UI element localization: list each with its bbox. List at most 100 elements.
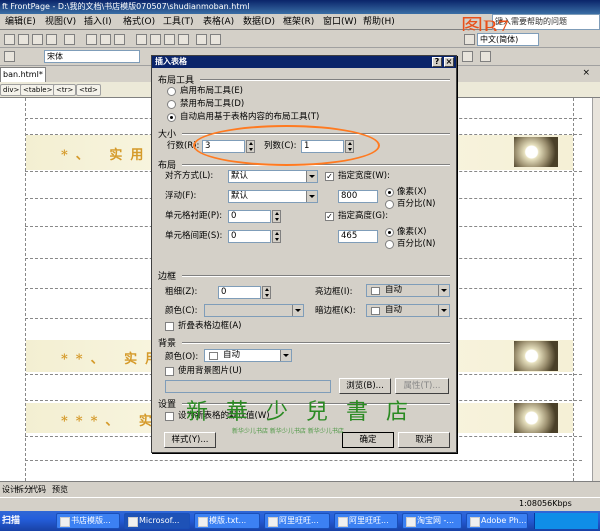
chevron-down-icon[interactable] bbox=[280, 350, 291, 361]
enable-layout-radio[interactable] bbox=[167, 87, 176, 96]
use-bg-image-checkbox[interactable] bbox=[165, 367, 174, 376]
chevron-down-icon[interactable] bbox=[306, 191, 317, 202]
collapse-border-checkbox[interactable] bbox=[165, 322, 174, 331]
redo-icon[interactable] bbox=[210, 34, 221, 45]
open-icon[interactable] bbox=[18, 34, 29, 45]
dark-border-select[interactable]: 自动 bbox=[366, 304, 450, 317]
disable-layout-label: 禁用布局工具(D) bbox=[180, 99, 245, 109]
undo-icon[interactable] bbox=[196, 34, 207, 45]
menu-window[interactable]: 窗口(W) bbox=[323, 15, 357, 29]
border-size-input[interactable]: 0 bbox=[218, 286, 261, 299]
height-pixels-radio[interactable] bbox=[385, 228, 394, 237]
light-border-label: 亮边框(I): bbox=[315, 287, 353, 297]
format-painter-icon[interactable] bbox=[178, 34, 189, 45]
cut-icon[interactable] bbox=[136, 34, 147, 45]
spelling-icon[interactable] bbox=[114, 34, 125, 45]
properties-button[interactable]: 属性(T)... bbox=[395, 378, 449, 394]
preview-icon[interactable] bbox=[100, 34, 111, 45]
cell-spacing-label: 单元格间距(S): bbox=[165, 231, 223, 241]
tag-td[interactable]: <td> bbox=[76, 84, 101, 96]
cell-spacing-input[interactable]: 0 bbox=[228, 230, 271, 243]
bg-image-path-input[interactable] bbox=[165, 380, 331, 393]
new-page-icon[interactable] bbox=[4, 34, 15, 45]
task-item[interactable]: 阿里旺旺... bbox=[334, 513, 398, 529]
disable-layout-radio[interactable] bbox=[167, 100, 176, 109]
menu-edit[interactable]: 编辑(E) bbox=[5, 15, 36, 29]
height-input[interactable]: 465 bbox=[338, 230, 378, 243]
publish-icon[interactable] bbox=[46, 34, 57, 45]
float-select[interactable]: 默认 bbox=[228, 190, 318, 203]
chevron-down-icon[interactable] bbox=[438, 285, 449, 296]
specify-width-checkbox[interactable]: ✓ bbox=[325, 172, 334, 181]
menu-tools[interactable]: 工具(T) bbox=[163, 15, 194, 29]
style-button[interactable]: 样式(Y)... bbox=[164, 432, 216, 448]
copy-icon[interactable] bbox=[150, 34, 161, 45]
standard-toolbar: 中文(简体) bbox=[0, 31, 600, 48]
flower-image bbox=[514, 403, 558, 433]
task-item[interactable]: 阿里旺旺... bbox=[264, 513, 330, 529]
paste-icon[interactable] bbox=[164, 34, 175, 45]
anchor-icon[interactable] bbox=[464, 34, 475, 45]
color-swatch bbox=[371, 287, 380, 295]
border-size-label: 粗细(Z): bbox=[165, 287, 198, 297]
close-icon[interactable]: × bbox=[444, 57, 454, 67]
height-percent-label: 百分比(N) bbox=[397, 239, 436, 249]
close-icon[interactable]: × bbox=[582, 68, 590, 78]
cancel-button[interactable]: 取消 bbox=[398, 432, 450, 448]
task-item[interactable]: Microsof... bbox=[124, 513, 190, 529]
font-select[interactable]: 宋体 bbox=[44, 50, 140, 63]
ok-button[interactable]: 确定 bbox=[342, 432, 394, 448]
menu-help[interactable]: 帮助(H) bbox=[363, 15, 395, 29]
width-pixels-radio[interactable] bbox=[385, 188, 394, 197]
menu-table[interactable]: 表格(A) bbox=[203, 15, 234, 29]
border-size-spinner[interactable] bbox=[262, 286, 271, 299]
set-default-checkbox[interactable] bbox=[165, 412, 174, 421]
status-bar: 1:08056Kbps bbox=[0, 497, 600, 511]
menu-format[interactable]: 格式(O) bbox=[123, 15, 155, 29]
tab-preview[interactable]: 预览 bbox=[52, 484, 68, 496]
chevron-down-icon[interactable] bbox=[292, 305, 303, 316]
cell-padding-spinner[interactable] bbox=[272, 210, 281, 223]
chevron-down-icon[interactable] bbox=[438, 305, 449, 316]
menu-frames[interactable]: 框架(R) bbox=[283, 15, 314, 29]
width-input[interactable]: 800 bbox=[338, 190, 378, 203]
light-border-select[interactable]: 自动 bbox=[366, 284, 450, 297]
taskbar-scan-item[interactable]: 扫描 bbox=[2, 513, 20, 529]
menu-view[interactable]: 视图(V) bbox=[45, 15, 76, 29]
task-item[interactable]: 模版.txt... bbox=[194, 513, 260, 529]
cell-spacing-spinner[interactable] bbox=[272, 230, 281, 243]
chevron-down-icon[interactable] bbox=[306, 171, 317, 182]
folder-list-icon[interactable] bbox=[64, 34, 75, 45]
ime-indicator[interactable]: 中文(简体) bbox=[477, 33, 539, 46]
dark-border-value: 自动 bbox=[385, 305, 403, 315]
menu-data[interactable]: 数据(D) bbox=[243, 15, 275, 29]
help-icon[interactable]: ? bbox=[432, 57, 442, 67]
width-percent-radio[interactable] bbox=[385, 200, 394, 209]
bg-color-select[interactable]: 自动 bbox=[204, 349, 292, 362]
font-color-icon[interactable] bbox=[462, 51, 473, 62]
window-title-bar: ft FrontPage - D:\我的文档\书店模版070507\shudia… bbox=[0, 0, 600, 14]
task-item[interactable]: 淘宝网 -... bbox=[402, 513, 462, 529]
tab-code[interactable]: 代码 bbox=[30, 484, 46, 496]
auto-layout-radio[interactable] bbox=[167, 113, 176, 122]
browse-button[interactable]: 浏览(B)... bbox=[339, 378, 391, 394]
menu-insert[interactable]: 插入(I) bbox=[84, 15, 112, 29]
height-percent-radio[interactable] bbox=[385, 240, 394, 249]
align-select[interactable]: 默认 bbox=[228, 170, 318, 183]
document-tab[interactable]: ban.html* bbox=[0, 67, 46, 82]
task-item[interactable]: 书店模版... bbox=[56, 513, 120, 529]
task-item[interactable]: Adobe Ph... bbox=[466, 513, 528, 529]
align-label: 对齐方式(L): bbox=[165, 171, 214, 181]
tag-tr[interactable]: <tr> bbox=[53, 84, 77, 96]
save-icon[interactable] bbox=[32, 34, 43, 45]
specify-height-checkbox[interactable]: ✓ bbox=[325, 212, 334, 221]
annotation-circle bbox=[193, 125, 380, 166]
border-color-select[interactable] bbox=[204, 304, 304, 317]
style-icon[interactable] bbox=[4, 51, 15, 62]
tag-table[interactable]: <table> bbox=[20, 84, 56, 96]
vertical-scrollbar[interactable] bbox=[592, 98, 600, 481]
cell-padding-input[interactable]: 0 bbox=[228, 210, 271, 223]
print-icon[interactable] bbox=[86, 34, 97, 45]
connection-speed: 1:08056Kbps bbox=[519, 499, 572, 508]
highlight-icon[interactable] bbox=[480, 51, 491, 62]
